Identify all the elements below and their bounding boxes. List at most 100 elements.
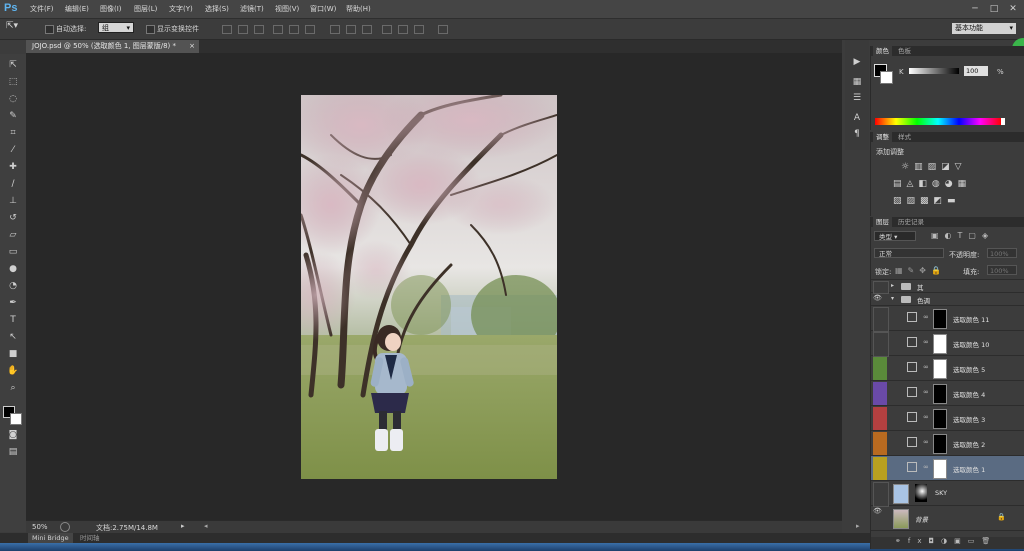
visibility-eye-icon[interactable]: 👁 [873, 294, 887, 305]
menu-file[interactable]: 文件(F) [30, 4, 54, 14]
link-chain-icon[interactable]: ∞ [923, 388, 929, 396]
visibility-eye-icon[interactable]: 👁 [873, 507, 887, 530]
visibility-eye-icon[interactable] [873, 432, 887, 455]
background-color-swatch[interactable] [10, 413, 22, 425]
color-spectrum-bar[interactable] [875, 118, 1001, 125]
k-slider[interactable] [909, 68, 959, 74]
align-vcenter-icon[interactable] [238, 25, 248, 34]
k-value-field[interactable]: 100 [964, 66, 988, 76]
auto-select-checkbox[interactable] [45, 25, 54, 34]
fill-field[interactable]: 100% [987, 265, 1017, 275]
distribute-vcenter-icon[interactable] [346, 25, 356, 34]
align-hcenter-icon[interactable] [289, 25, 299, 34]
layer-filter-dropdown[interactable]: 类型 ▾ [874, 231, 916, 241]
layer-filter-icons[interactable]: ▣◐T▢◈ [931, 231, 994, 240]
document-image[interactable] [301, 95, 557, 479]
visibility-eye-icon[interactable] [873, 407, 887, 430]
group-expanded-chevron-icon[interactable]: ▾ [891, 295, 894, 302]
blur-tool-icon[interactable]: ● [6, 263, 20, 276]
timeline-tab[interactable]: 时间轴 [76, 533, 104, 543]
layer-row[interactable]: SKY [871, 481, 1024, 507]
align-left-icon[interactable] [273, 25, 283, 34]
gradient-tool-icon[interactable]: ▭ [6, 246, 20, 259]
white-swatch[interactable] [1001, 118, 1005, 125]
shape-tool-icon[interactable]: ■ [6, 348, 20, 361]
eraser-tool-icon[interactable]: ▱ [6, 229, 20, 242]
lock-icons[interactable]: ▦✎✥🔒 [895, 266, 946, 275]
menu-type[interactable]: 文字(Y) [169, 4, 193, 14]
tab-adjustments[interactable]: 调整 [873, 132, 892, 142]
link-chain-icon[interactable]: ∞ [923, 338, 929, 346]
show-transform-checkbox[interactable] [146, 25, 155, 34]
brush-tool-icon[interactable]: ∕ [6, 178, 20, 191]
bg-color-chip[interactable] [880, 71, 893, 84]
menu-edit[interactable]: 编辑(E) [65, 4, 89, 14]
layer-row[interactable]: ∞ 选取颜色 2 [871, 431, 1024, 456]
healing-brush-tool-icon[interactable]: ✚ [6, 161, 20, 174]
document-tab[interactable]: JOJO.psd @ 50% (选取颜色 1, 图层蒙版/8) * × [26, 40, 199, 53]
layer-mask-thumbnail[interactable] [933, 309, 947, 329]
background-thumbnail[interactable] [893, 509, 909, 529]
tab-history[interactable]: 历史记录 [895, 217, 927, 227]
distribute-left-icon[interactable] [382, 25, 392, 34]
visibility-eye-icon[interactable] [873, 332, 889, 357]
workspace-dropdown[interactable]: 基本功能 ▾ [952, 23, 1016, 34]
layer-mask-thumbnail[interactable] [933, 359, 947, 379]
link-chain-icon[interactable]: ∞ [923, 463, 929, 471]
close-icon[interactable]: ✕ [1006, 3, 1020, 15]
menu-filter[interactable]: 滤镜(T) [240, 4, 264, 14]
link-chain-icon[interactable]: ∞ [923, 413, 929, 421]
move-tool-preset-icon[interactable]: ⇱▾ [6, 21, 18, 31]
adjustment-icons-row-2[interactable]: ▤◬◧◍◕▦ [893, 179, 971, 189]
histogram-icon[interactable]: ▦ [851, 76, 863, 88]
visibility-eye-icon[interactable] [873, 307, 889, 332]
layer-row[interactable]: ∞ 选取颜色 11 [871, 306, 1024, 332]
menu-view[interactable]: 视图(V) [275, 4, 299, 14]
align-top-icon[interactable] [222, 25, 232, 34]
layer-row[interactable]: ∞ 选取颜色 1 [871, 456, 1024, 481]
layers-footer-icons[interactable]: ⚭fx◘◑▣▭🗑 [871, 537, 1024, 549]
pen-tool-icon[interactable]: ✒ [6, 297, 20, 310]
layer-mask-thumbnail[interactable] [933, 434, 947, 454]
distribute-right-icon[interactable] [414, 25, 424, 34]
hand-tool-icon[interactable]: ✋ [6, 365, 20, 378]
layer-row[interactable]: 👁 🔒 背景 [871, 506, 1024, 531]
status-menu-arrow-icon[interactable]: ▸ [181, 522, 185, 530]
tab-color[interactable]: 颜色 [873, 46, 892, 56]
link-chain-icon[interactable]: ∞ [923, 313, 929, 321]
auto-select-dropdown[interactable]: 组 ▾ [98, 22, 134, 33]
layer-mask-thumbnail[interactable] [915, 484, 927, 502]
maximize-icon[interactable]: □ [987, 3, 1001, 15]
link-chain-icon[interactable]: ∞ [923, 363, 929, 371]
visibility-eye-icon[interactable] [873, 482, 889, 507]
layer-row[interactable]: ∞ 选取颜色 10 [871, 331, 1024, 357]
menu-layer[interactable]: 图层(L) [134, 4, 157, 14]
quick-select-tool-icon[interactable]: ✎ [6, 110, 20, 123]
screen-mode-icon[interactable]: ▤ [6, 446, 20, 459]
distribute-bottom-icon[interactable] [362, 25, 372, 34]
scroll-right-icon[interactable]: ▸ [856, 522, 860, 530]
tab-swatches[interactable]: 色板 [895, 46, 914, 56]
close-tab-icon[interactable]: × [189, 40, 195, 53]
group-collapsed-chevron-icon[interactable]: ▸ [891, 282, 894, 289]
visibility-eye-icon[interactable] [873, 357, 887, 380]
dodge-tool-icon[interactable]: ◔ [6, 280, 20, 293]
layer-row[interactable]: 👁 ▾ 色调 [871, 293, 1024, 306]
layer-row[interactable]: ∞ 选取颜色 5 [871, 356, 1024, 381]
menu-help[interactable]: 帮助(H) [346, 4, 371, 14]
type-tool-icon[interactable]: T [6, 314, 20, 327]
visibility-eye-icon[interactable] [873, 457, 887, 480]
history-brush-tool-icon[interactable]: ↺ [6, 212, 20, 225]
layer-mask-thumbnail[interactable] [933, 384, 947, 404]
align-bottom-icon[interactable] [254, 25, 264, 34]
mini-bridge-tab[interactable]: Mini Bridge [28, 533, 73, 543]
tab-layers[interactable]: 图层 [873, 217, 892, 227]
distribute-hcenter-icon[interactable] [398, 25, 408, 34]
play-actions-icon[interactable]: ▶ [851, 56, 863, 68]
adjustment-icons-row-3[interactable]: ▧▨▩◩▬ [893, 196, 961, 206]
tab-styles[interactable]: 样式 [895, 132, 914, 142]
crop-tool-icon[interactable]: ⌗ [6, 127, 20, 140]
zoom-level[interactable]: 50% [32, 523, 48, 531]
move-tool-icon[interactable]: ⇱ [6, 59, 20, 72]
menu-image[interactable]: 图像(I) [100, 4, 122, 14]
